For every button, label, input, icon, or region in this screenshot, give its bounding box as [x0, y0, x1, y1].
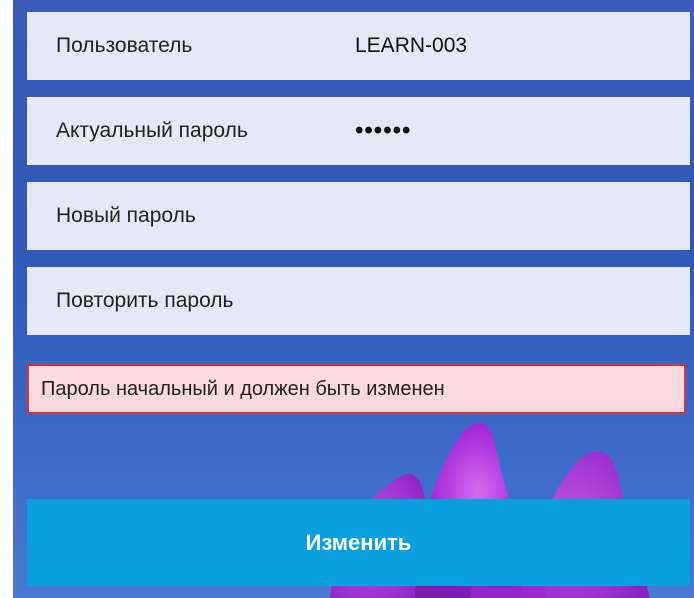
login-panel: Пользователь Актуальный пароль Новый пар…: [0, 0, 694, 598]
change-password-button[interactable]: Изменить: [27, 499, 690, 586]
new-password-label: Новый пароль: [56, 204, 196, 227]
user-input[interactable]: [355, 26, 675, 66]
initial-password-alert: Пароль начальный и должен быть изменен: [27, 364, 686, 414]
repeat-password-input[interactable]: [355, 281, 675, 321]
repeat-password-field: Повторить пароль: [27, 267, 690, 335]
user-label: Пользователь: [56, 34, 193, 57]
user-field: Пользователь: [27, 12, 690, 80]
new-password-input[interactable]: [355, 196, 675, 236]
new-password-field: Новый пароль: [27, 182, 690, 250]
repeat-password-label: Повторить пароль: [56, 289, 234, 312]
current-password-field: Актуальный пароль: [27, 97, 690, 165]
current-password-input[interactable]: [355, 111, 675, 151]
current-password-label: Актуальный пароль: [56, 119, 248, 142]
